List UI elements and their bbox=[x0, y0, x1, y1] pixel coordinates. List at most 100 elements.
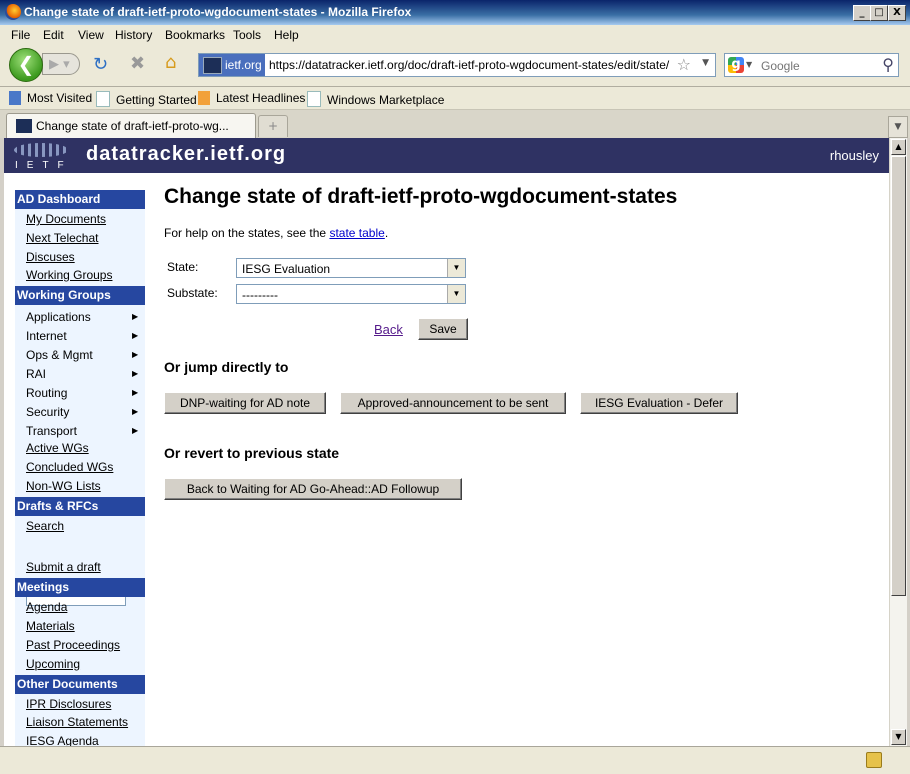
jump-approved-announcement-button[interactable]: Approved-announcement to be sent bbox=[340, 392, 566, 414]
bookmark-label: Windows Marketplace bbox=[327, 93, 445, 107]
scrollbar-thumb[interactable] bbox=[891, 156, 906, 596]
area-applications[interactable]: Applications bbox=[26, 310, 91, 324]
plus-icon: + bbox=[267, 119, 279, 133]
lock-icon[interactable] bbox=[866, 752, 882, 768]
url-text[interactable]: https://datatracker.ietf.org/doc/draft-i… bbox=[269, 58, 669, 72]
area-ops-mgmt[interactable]: Ops & Mgmt bbox=[26, 348, 93, 362]
revert-state-button[interactable]: Back to Waiting for AD Go-Ahead::AD Foll… bbox=[164, 478, 462, 500]
link-search[interactable]: Search bbox=[26, 519, 64, 533]
submenu-arrow-icon: ▶ bbox=[132, 426, 139, 435]
link-my-documents[interactable]: My Documents bbox=[26, 212, 106, 226]
menu-edit[interactable]: Edit bbox=[43, 28, 64, 42]
ietf-logo[interactable]: IETF bbox=[14, 141, 70, 171]
submenu-arrow-icon: ▶ bbox=[132, 388, 139, 397]
engine-dropdown-icon[interactable]: ▼ bbox=[746, 60, 752, 69]
minimize-button[interactable]: _ bbox=[853, 5, 871, 21]
search-icon[interactable]: ⚲ bbox=[882, 55, 894, 74]
link-past-proceedings[interactable]: Past Proceedings bbox=[26, 638, 120, 652]
save-button[interactable]: Save bbox=[418, 318, 468, 340]
bookmark-latest-headlines[interactable]: Latest Headlines bbox=[198, 91, 305, 105]
url-bar[interactable]: ietf.org https://datatracker.ietf.org/do… bbox=[198, 53, 716, 77]
substate-label: Substate: bbox=[167, 286, 218, 300]
home-button[interactable]: ⌂ bbox=[165, 52, 176, 73]
menu-bookmarks[interactable]: Bookmarks bbox=[165, 28, 225, 42]
state-table-link[interactable]: state table bbox=[329, 226, 384, 240]
vertical-scrollbar[interactable]: ▲ ▼ bbox=[889, 138, 907, 746]
link-liaison-statements[interactable]: Liaison Statements bbox=[26, 715, 128, 729]
link-iesg-agenda[interactable]: IESG Agenda bbox=[26, 734, 99, 746]
bookmark-most-visited[interactable]: Most Visited bbox=[9, 91, 92, 105]
area-rai[interactable]: RAI bbox=[26, 367, 46, 381]
chevron-down-icon: ▼ bbox=[894, 122, 902, 132]
state-select[interactable]: IESG Evaluation ▼ bbox=[236, 258, 466, 278]
page-icon bbox=[307, 91, 321, 107]
reload-button[interactable]: ↻ bbox=[93, 54, 108, 75]
tab-active[interactable]: Change state of draft-ietf-proto-wg... bbox=[6, 113, 256, 138]
jump-dnp-waiting-button[interactable]: DNP-waiting for AD note bbox=[164, 392, 326, 414]
link-next-telechat[interactable]: Next Telechat bbox=[26, 231, 99, 245]
link-submit-draft[interactable]: Submit a draft bbox=[26, 560, 101, 574]
status-bar bbox=[0, 746, 910, 774]
link-agenda[interactable]: Agenda bbox=[26, 600, 67, 614]
close-button[interactable]: X bbox=[888, 5, 906, 21]
back-button[interactable]: ❮ bbox=[9, 48, 43, 82]
area-transport[interactable]: Transport bbox=[26, 424, 77, 438]
page-icon bbox=[96, 91, 110, 107]
jump-iesg-evaluation-defer-button[interactable]: IESG Evaluation - Defer bbox=[580, 392, 738, 414]
bookmark-getting-started[interactable]: Getting Started bbox=[96, 91, 197, 107]
menu-file[interactable]: File bbox=[11, 28, 30, 42]
ad-dashboard-header: AD Dashboard bbox=[15, 190, 145, 209]
bookmark-label: Most Visited bbox=[27, 91, 93, 105]
search-bar[interactable]: g ▼ ⚲ bbox=[724, 53, 899, 77]
firefox-icon bbox=[5, 4, 21, 20]
help-prefix: For help on the states, see the bbox=[164, 226, 330, 240]
link-discuses[interactable]: Discuses bbox=[26, 250, 75, 264]
left-menu: AD Dashboard My Documents Next Telechat … bbox=[15, 190, 145, 746]
stop-icon: ✖ bbox=[130, 53, 146, 74]
window-title-bar: Change state of draft-ietf-proto-wgdocum… bbox=[0, 0, 910, 25]
tab-list-button[interactable]: ▼ bbox=[888, 116, 908, 138]
substate-select[interactable]: --------- ▼ bbox=[236, 284, 466, 304]
site-favicon-icon bbox=[203, 57, 222, 74]
back-link[interactable]: Back bbox=[374, 322, 403, 337]
link-working-groups[interactable]: Working Groups bbox=[26, 268, 112, 282]
bookmarks-toolbar: Most Visited Getting Started Latest Head… bbox=[0, 87, 910, 110]
menu-history[interactable]: History bbox=[115, 28, 152, 42]
bookmark-star-icon[interactable]: ☆ bbox=[677, 55, 691, 74]
menu-tools[interactable]: Tools bbox=[233, 28, 261, 42]
link-materials[interactable]: Materials bbox=[26, 619, 75, 633]
menu-help[interactable]: Help bbox=[274, 28, 299, 42]
link-non-wg-lists[interactable]: Non-WG Lists bbox=[26, 479, 101, 493]
page-viewport: IETF datatracker.ietf.org rhousley AD Da… bbox=[4, 138, 889, 746]
forward-button[interactable]: ▶ ▾ bbox=[42, 53, 80, 75]
scroll-up-icon[interactable]: ▲ bbox=[891, 139, 906, 155]
other-documents-header: Other Documents bbox=[15, 675, 145, 694]
scroll-down-icon[interactable]: ▼ bbox=[891, 729, 906, 745]
bookmark-windows-marketplace[interactable]: Windows Marketplace bbox=[307, 91, 444, 107]
substate-value: --------- bbox=[242, 288, 278, 302]
menu-view[interactable]: View bbox=[78, 28, 104, 42]
rss-icon bbox=[198, 91, 210, 105]
search-input[interactable] bbox=[759, 56, 873, 76]
area-routing[interactable]: Routing bbox=[26, 386, 67, 400]
forward-arrow-icon: ▶ ▾ bbox=[49, 57, 70, 72]
meetings-header: Meetings bbox=[15, 578, 145, 597]
area-security[interactable]: Security bbox=[26, 405, 69, 419]
link-ipr-disclosures[interactable]: IPR Disclosures bbox=[26, 697, 111, 711]
site-identity-label: ietf.org bbox=[225, 58, 262, 72]
revert-heading: Or revert to previous state bbox=[164, 445, 340, 461]
submenu-arrow-icon: ▶ bbox=[132, 331, 139, 340]
link-upcoming[interactable]: Upcoming bbox=[26, 657, 80, 671]
tab-favicon-icon bbox=[16, 119, 32, 133]
url-dropdown-icon[interactable]: ▼ bbox=[702, 58, 709, 68]
menu-bar: File Edit View History Bookmarks Tools H… bbox=[0, 25, 910, 45]
google-engine-icon[interactable]: g bbox=[728, 57, 744, 73]
area-internet[interactable]: Internet bbox=[26, 329, 67, 343]
maximize-button[interactable]: □ bbox=[870, 5, 888, 21]
link-concluded-wgs[interactable]: Concluded WGs bbox=[26, 460, 113, 474]
site-identity-button[interactable]: ietf.org bbox=[199, 54, 265, 76]
link-active-wgs[interactable]: Active WGs bbox=[26, 441, 89, 455]
stop-button[interactable]: ✖ bbox=[130, 53, 145, 74]
submenu-arrow-icon: ▶ bbox=[132, 312, 139, 321]
new-tab-button[interactable]: + bbox=[258, 115, 288, 137]
